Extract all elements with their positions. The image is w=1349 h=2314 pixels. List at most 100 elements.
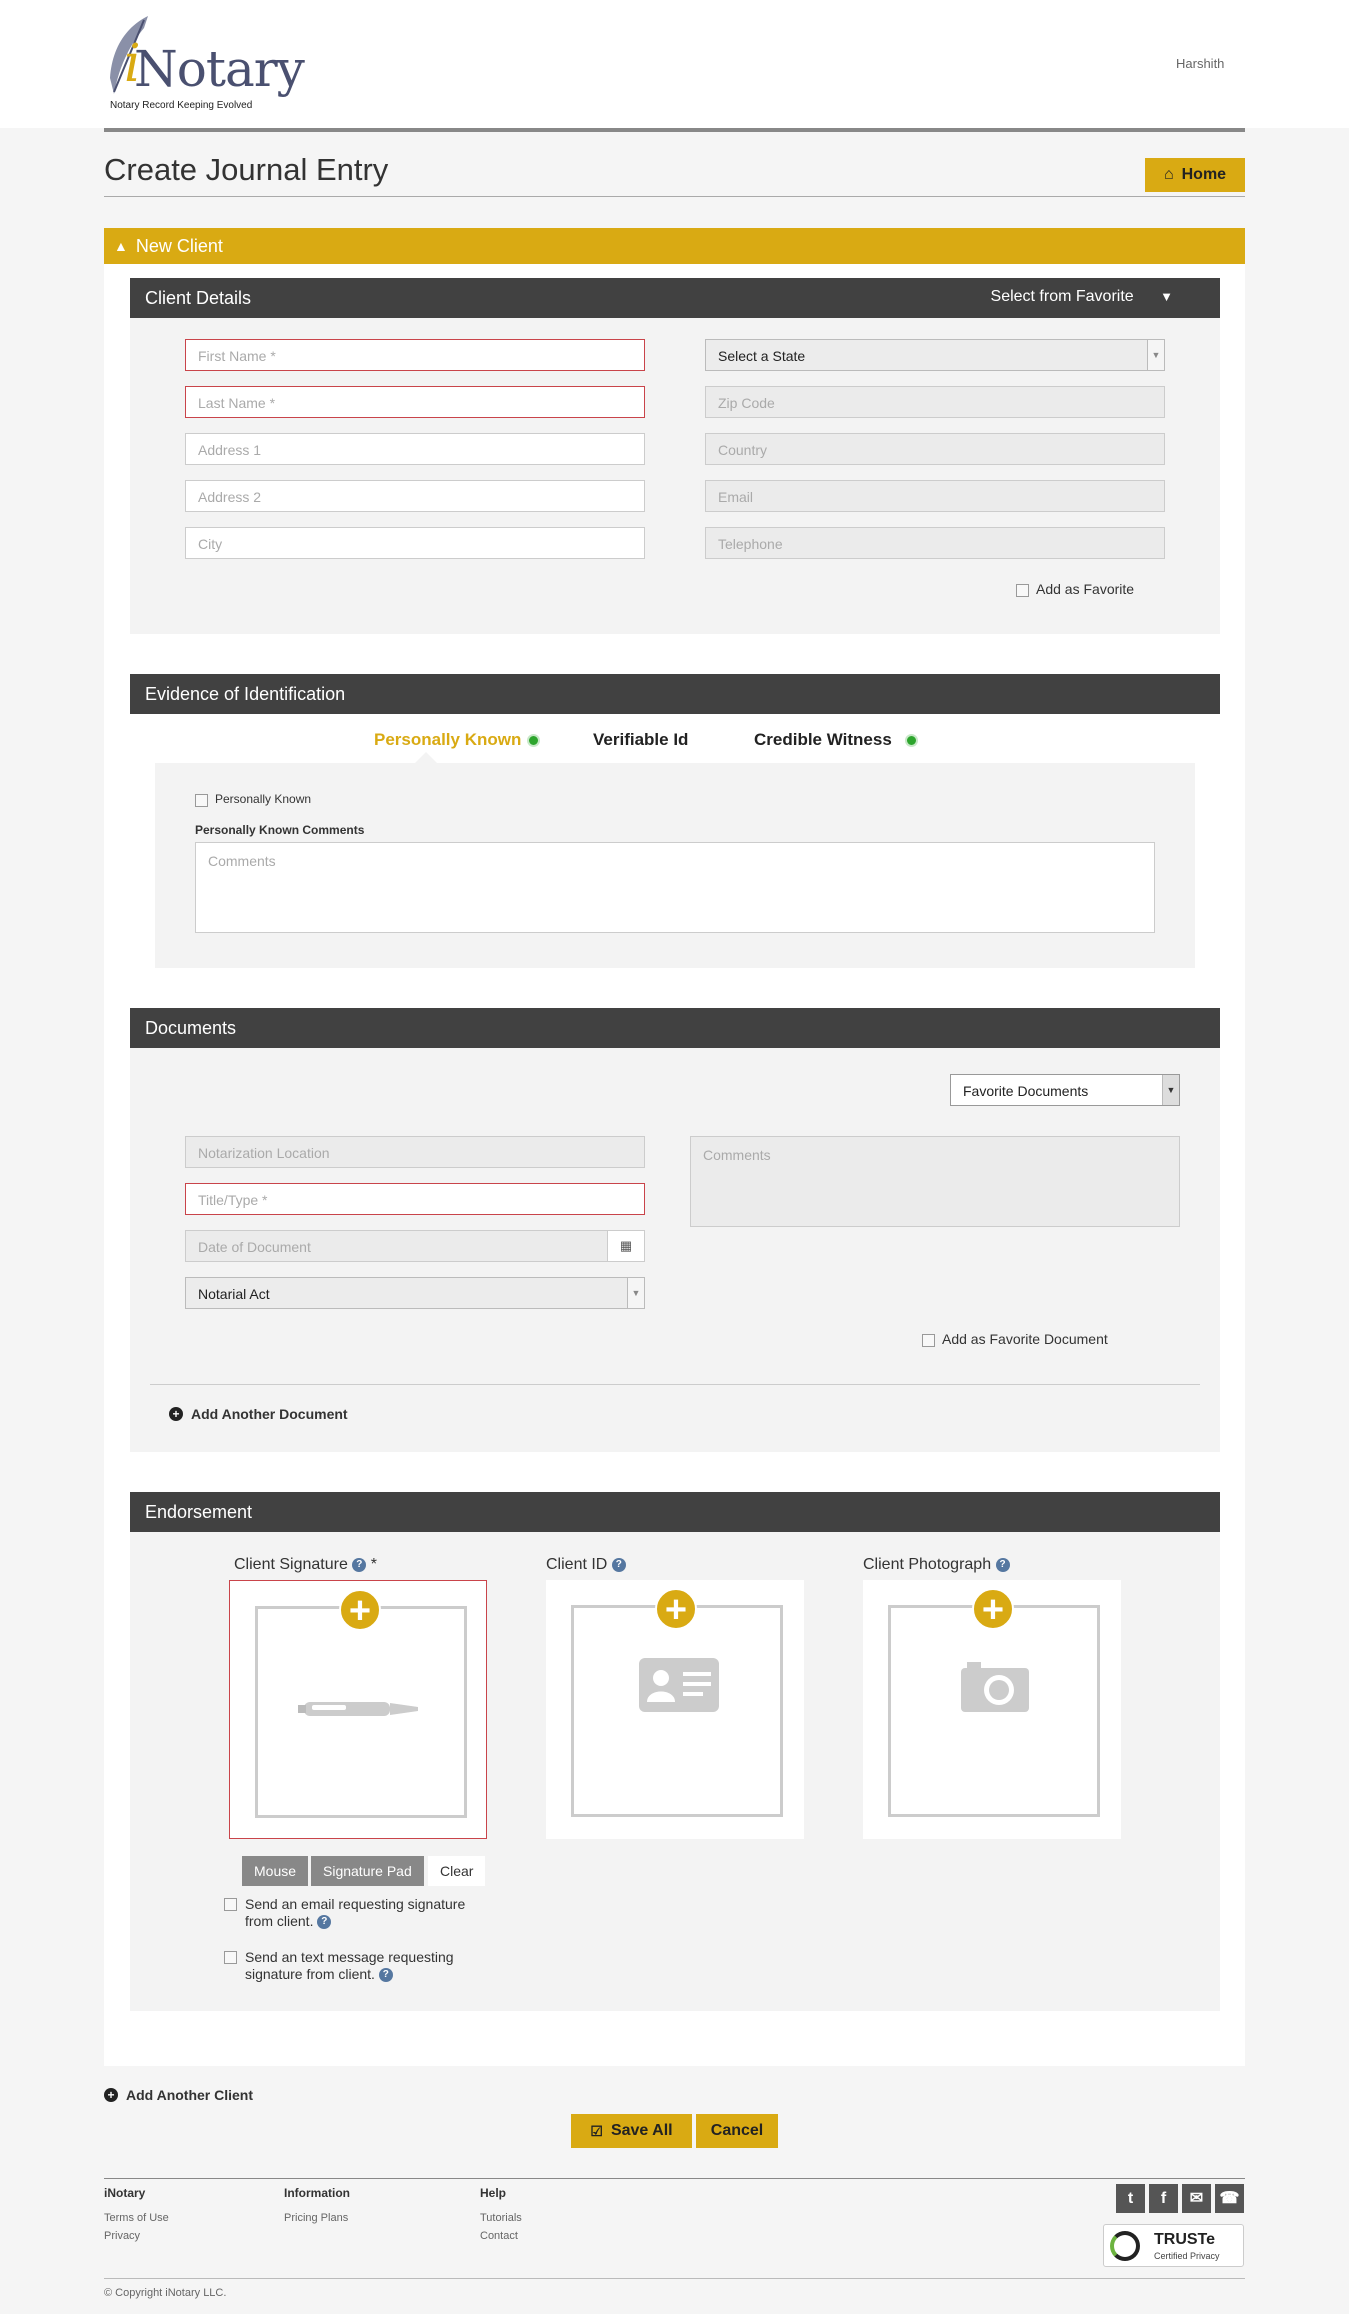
signature-card[interactable]: + <box>229 1580 487 1839</box>
client-signature-caption: Client Signature ? * <box>234 1556 377 1573</box>
calendar-icon[interactable]: ▦ <box>607 1231 644 1261</box>
notarial-act-select[interactable]: Notarial Act ▼ <box>185 1277 645 1309</box>
personally-known-label: Personally Known <box>215 792 312 806</box>
title-divider <box>104 196 1245 197</box>
clear-button[interactable]: Clear <box>428 1856 486 1886</box>
client-details-header: Client Details Select from Favorite ▼ <box>130 278 1220 318</box>
footer-divider <box>104 2178 1245 2179</box>
help-icon[interactable]: ? <box>378 1968 393 1983</box>
active-tab-pointer <box>415 752 437 763</box>
footer-link-tutorials[interactable]: Tutorials <box>480 2212 522 2224</box>
id-card-icon <box>639 1658 719 1712</box>
section-title: Client Details <box>145 288 252 308</box>
tab-personally-known[interactable]: Personally Known <box>374 730 541 750</box>
check-square-icon: ☑ <box>590 2122 603 2139</box>
tab-credible-witness[interactable]: Credible Witness <box>754 730 918 750</box>
help-icon[interactable]: ? <box>352 1557 367 1572</box>
add-another-client-link[interactable]: + Add Another Client <box>104 2087 253 2103</box>
address1-field[interactable]: Address 1 <box>185 433 645 465</box>
status-dot-icon <box>904 734 918 748</box>
home-button[interactable]: ⌂ Home <box>1145 158 1245 192</box>
first-name-field[interactable]: First Name * <box>185 339 645 371</box>
header-divider <box>104 128 1245 132</box>
add-client-id-icon[interactable]: + <box>655 1588 697 1630</box>
camera-icon <box>961 1662 1029 1712</box>
client-photograph-box <box>888 1605 1100 1817</box>
city-field[interactable]: City <box>185 527 645 559</box>
country-field[interactable]: Country <box>705 433 1165 465</box>
tagline: Notary Record Keeping Evolved <box>110 100 253 111</box>
signature-box <box>255 1606 467 1818</box>
text-request-label: Send an text message requesting signatur… <box>245 1949 454 1983</box>
home-icon: ⌂ <box>1163 166 1174 183</box>
footer-link-privacy[interactable]: Privacy <box>104 2230 140 2242</box>
mouse-button[interactable]: Mouse <box>242 1856 309 1886</box>
cancel-button[interactable]: Cancel <box>696 2114 778 2148</box>
title-type-field[interactable]: Title/Type * <box>185 1183 645 1215</box>
notarization-location-field[interactable]: Notarization Location <box>185 1136 645 1168</box>
add-signature-icon[interactable]: + <box>339 1589 381 1631</box>
add-favorite-label: Add as Favorite <box>1036 581 1135 597</box>
tab-verifiable-id[interactable]: Verifiable Id <box>593 730 688 750</box>
footer-link-terms[interactable]: Terms of Use <box>104 2212 169 2224</box>
client-id-caption: Client ID ? <box>546 1556 626 1574</box>
state-select[interactable]: Select a State ▼ <box>705 339 1165 371</box>
phone-icon[interactable]: ☎ <box>1215 2184 1244 2213</box>
logo-text: Notary <box>134 40 305 98</box>
last-name-field[interactable]: Last Name * <box>185 386 645 418</box>
pen-icon <box>298 1702 418 1716</box>
zip-field[interactable]: Zip Code <box>705 386 1165 418</box>
copyright: © Copyright iNotary LLC. <box>104 2287 227 2299</box>
add-photograph-icon[interactable]: + <box>972 1588 1014 1630</box>
truste-badge[interactable]: TRUSTe Certified Privacy <box>1103 2224 1244 2267</box>
caret-down-icon: ▼ <box>627 1278 644 1308</box>
twitter-icon[interactable]: t <box>1116 2184 1145 2213</box>
caret-down-icon: ▼ <box>1147 340 1164 370</box>
comments-label: Personally Known Comments <box>195 823 365 837</box>
footer-link-pricing[interactable]: Pricing Plans <box>284 2212 348 2224</box>
personally-known-checkbox[interactable] <box>195 794 208 807</box>
footer-heading: iNotary <box>104 2186 146 2200</box>
endorsement-header: Endorsement <box>130 1492 1220 1532</box>
text-request-checkbox[interactable] <box>224 1951 237 1964</box>
add-favorite-checkbox[interactable] <box>1016 584 1029 597</box>
comments-textarea[interactable]: Comments <box>195 842 1155 933</box>
new-client-toggle[interactable]: ▲ New Client <box>104 228 1245 264</box>
facebook-icon[interactable]: f <box>1149 2184 1178 2213</box>
footer-heading: Information <box>284 2186 350 2200</box>
telephone-field[interactable]: Telephone <box>705 527 1165 559</box>
client-id-card[interactable]: + <box>546 1580 804 1839</box>
client-id-box <box>571 1605 783 1817</box>
help-icon[interactable]: ? <box>995 1557 1010 1572</box>
divider <box>150 1384 1200 1385</box>
add-favorite-document-label: Add as Favorite Document <box>942 1331 1108 1347</box>
mail-icon[interactable]: ✉ <box>1182 2184 1211 2213</box>
favorite-documents-select[interactable]: Favorite Documents ▼ <box>950 1074 1180 1106</box>
add-another-document-link[interactable]: + Add Another Document <box>169 1406 348 1422</box>
document-comments-textarea[interactable]: Comments <box>690 1136 1180 1227</box>
chevron-up-icon: ▲ <box>114 238 128 254</box>
help-icon[interactable]: ? <box>317 1915 332 1930</box>
address2-field[interactable]: Address 2 <box>185 480 645 512</box>
email-request-checkbox[interactable] <box>224 1898 237 1911</box>
status-dot-icon <box>527 734 541 748</box>
caret-down-icon: ▼ <box>1160 289 1173 304</box>
plus-circle-icon: + <box>104 2088 118 2102</box>
email-field[interactable]: Email <box>705 480 1165 512</box>
date-field[interactable]: Date of Document ▦ <box>185 1230 645 1262</box>
footer-bottom-divider <box>104 2278 1245 2279</box>
signature-pad-button[interactable]: Signature Pad <box>311 1856 424 1886</box>
evidence-header: Evidence of Identification <box>130 674 1220 714</box>
help-icon[interactable]: ? <box>611 1557 626 1572</box>
caret-down-icon: ▼ <box>1162 1075 1179 1105</box>
client-photograph-card[interactable]: + <box>863 1580 1121 1839</box>
footer-heading: Help <box>480 2186 507 2200</box>
favorite-select[interactable]: Select from Favorite ▼ <box>991 288 1205 308</box>
user-name[interactable]: Harshith <box>1176 56 1224 71</box>
client-photograph-caption: Client Photograph ? <box>863 1556 1010 1574</box>
truste-logo-icon <box>1110 2231 1140 2261</box>
footer-link-contact[interactable]: Contact <box>480 2230 518 2242</box>
save-all-button[interactable]: ☑ Save All <box>571 2114 692 2148</box>
plus-circle-icon: + <box>169 1407 183 1421</box>
add-favorite-document-checkbox[interactable] <box>922 1334 935 1347</box>
